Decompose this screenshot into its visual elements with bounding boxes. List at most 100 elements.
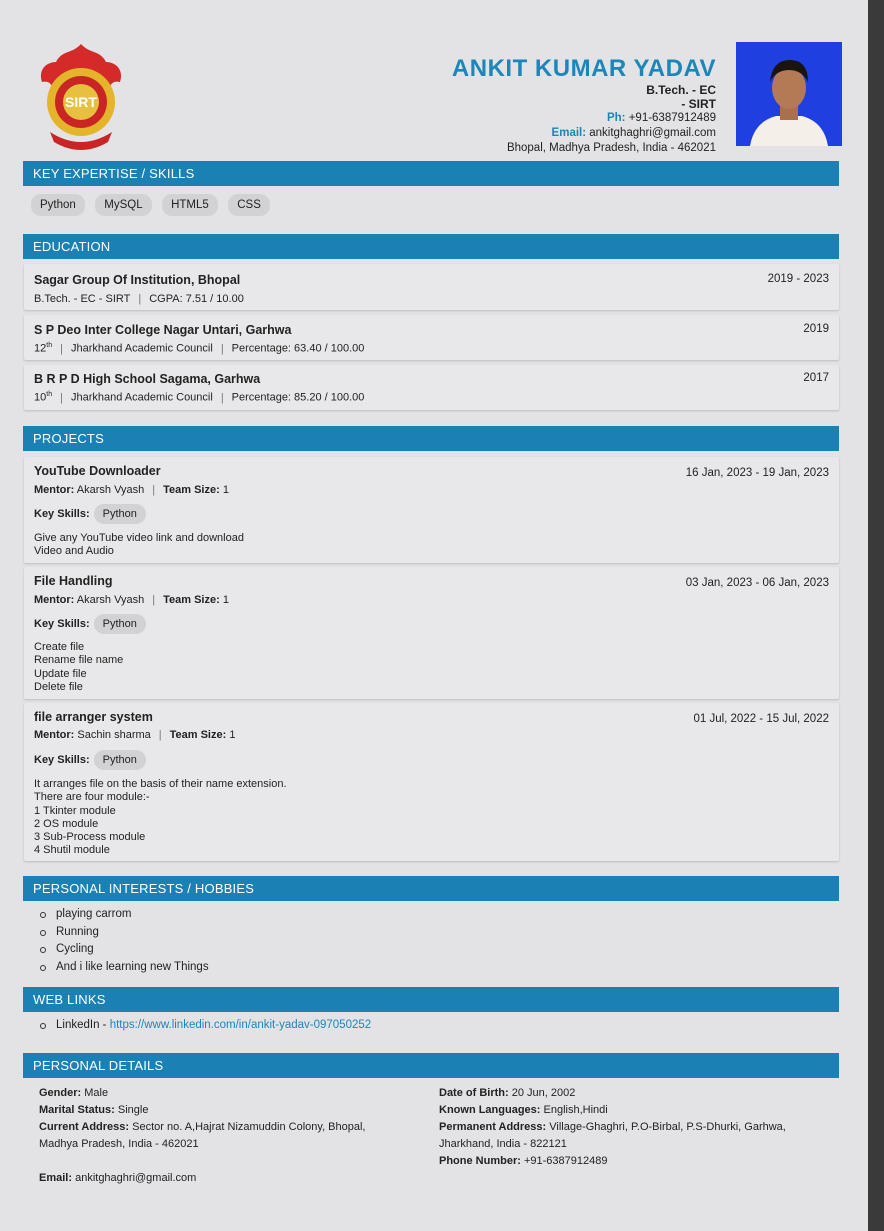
list-item: LinkedIn - https://www.linkedin.com/in/a… (38, 1017, 371, 1035)
team-value: 1 (222, 594, 229, 606)
project-meta: Mentor: Akarsh Vyash | Team Size: 1 (34, 594, 229, 606)
email-label: Email: (39, 1172, 73, 1184)
section-bar-education: EDUCATION (23, 234, 839, 259)
mentor-value: Sachin sharma (77, 729, 151, 741)
grade-suffix: th (46, 391, 53, 398)
bullet-icon (40, 929, 46, 936)
hobby-text: And i like learning new Things (56, 960, 209, 973)
phone-label: Ph: (606, 112, 626, 124)
project-date: 03 Jan, 2023 - 06 Jan, 2023 (685, 577, 829, 589)
email-label: Email: (551, 127, 587, 139)
education-card: B R P D High School Sagama, Garhwa 2017 … (24, 365, 839, 410)
section-bar-hobbies: PERSONAL INTERESTS / HOBBIES (23, 876, 839, 901)
project-card: file arranger system 01 Jul, 2022 - 15 J… (24, 703, 839, 861)
separator: | (220, 342, 224, 355)
languages-label: Known Languages: (439, 1104, 541, 1116)
header-info: ANKIT KUMAR YADAV B.Tech. - EC - SIRT Ph… (452, 55, 716, 156)
skill-chip: HTML5 (162, 194, 218, 216)
email-value: ankitghaghri@gmail.com (589, 127, 716, 139)
grade-suffix: th (46, 342, 53, 349)
section-bar-projects: PROJECTS (23, 426, 839, 451)
dob-value: 20 Jun, 2002 (511, 1087, 576, 1099)
team-label: Team Size: (169, 729, 227, 741)
marital-row: Marital Status: Single (39, 1102, 419, 1119)
education-title: S P Deo Inter College Nagar Untari, Garh… (34, 323, 292, 337)
hobbies-list: playing carrom Running Cycling And i lik… (38, 906, 209, 976)
viewer-edge (868, 0, 884, 1231)
gender-value: Male (84, 1087, 109, 1099)
project-skill-chip: Python (93, 750, 146, 770)
project-skills: Key Skills: Python (34, 614, 146, 634)
linkedin-link[interactable]: https://www.linkedin.com/in/ankit-yadav-… (110, 1019, 371, 1031)
mentor-value: Akarsh Vyash (76, 484, 145, 496)
personal-details-right: Date of Birth: 20 Jun, 2002 Known Langua… (439, 1085, 839, 1170)
education-grade: 10 (34, 391, 47, 404)
current-address-value: Sector no. A,Hajrat Nizamuddin Colony, B… (132, 1121, 366, 1133)
dob-label: Date of Birth: (439, 1087, 509, 1099)
weblink-label: LinkedIn - (56, 1019, 110, 1031)
list-item: Running (38, 924, 209, 942)
profile-photo (736, 42, 842, 146)
education-details: 10th | Jharkhand Academic Council | Percenta… (34, 391, 364, 404)
bullet-icon (40, 912, 46, 918)
education-date: 2019 (803, 323, 829, 335)
list-item: playing carrom (38, 906, 209, 924)
project-skill-chip: Python (93, 504, 146, 524)
phone-label: Phone Number: (439, 1155, 521, 1167)
bullet-icon (40, 947, 46, 953)
education-details: B.Tech. - EC - SIRT | CGPA: 7.51 / 10.00 (34, 293, 244, 305)
phone-value: +91-6387912489 (628, 112, 716, 124)
separator: | (158, 729, 162, 741)
skill-chip: Python (31, 194, 85, 216)
candidate-name: ANKIT KUMAR YADAV (451, 55, 716, 82)
weblinks-list: LinkedIn - https://www.linkedin.com/in/a… (38, 1017, 371, 1035)
bullet-icon (40, 964, 46, 971)
phone-value: +91-6387912489 (523, 1155, 608, 1167)
education-details: 12th | Jharkhand Academic Council | Percenta… (34, 342, 364, 355)
education-grade: 12 (34, 342, 47, 355)
key-skills-label: Key Skills: (34, 618, 90, 630)
section-bar-personal: PERSONAL DETAILS (23, 1053, 839, 1078)
project-card: File Handling 03 Jan, 2023 - 06 Jan, 202… (24, 567, 839, 699)
separator: | (138, 293, 142, 305)
phone-row: Phone Number: +91-6387912489 (439, 1153, 839, 1170)
personal-details-left: Gender: Male Marital Status: Single Curr… (39, 1085, 419, 1187)
section-bar-weblinks: WEB LINKS (23, 987, 839, 1012)
mentor-label: Mentor: (34, 594, 75, 606)
gender-row: Gender: Male (39, 1085, 419, 1102)
education-board: Jharkhand Academic Council (70, 391, 213, 404)
project-date: 01 Jul, 2022 - 15 Jul, 2022 (693, 713, 829, 725)
resume-page: SIRT ANKIT KUMAR YADAV B.Tech. - EC - SI… (0, 0, 868, 1231)
project-skill-chip: Python (93, 614, 146, 634)
list-item: And i like learning new Things (38, 959, 209, 977)
degree-line-2: - SIRT (681, 97, 716, 111)
education-cgpa: CGPA: 7.51 / 10.00 (149, 293, 244, 305)
education-board: Jharkhand Academic Council (70, 342, 213, 355)
project-title: File Handling (34, 574, 113, 588)
languages-row: Known Languages: English,Hindi (439, 1102, 839, 1119)
skill-chip: MySQL (95, 194, 152, 216)
project-description: Create file Rename file name Update file… (34, 641, 124, 693)
current-address-row: Current Address: Sector no. A,Hajrat Niz… (39, 1119, 419, 1136)
email-value: ankitghaghri@gmail.com (75, 1172, 197, 1184)
mentor-value: Akarsh Vyash (76, 594, 145, 606)
project-description: Give any YouTube video link and download… (34, 532, 244, 558)
email-line: Email: ankitghaghri@gmail.com (452, 126, 716, 141)
permanent-address-label: Permanent Address: (439, 1121, 547, 1133)
education-card: S P Deo Inter College Nagar Untari, Garh… (24, 315, 839, 360)
separator: | (60, 391, 63, 404)
education-title: B R P D High School Sagama, Garhwa (34, 372, 261, 386)
key-skills-label: Key Skills: (34, 754, 90, 766)
permanent-address-value: Village-Ghaghri, P.O-Birbal, P.S-Dhurki,… (549, 1121, 786, 1133)
bullet-icon (40, 1023, 46, 1029)
dob-row: Date of Birth: 20 Jun, 2002 (439, 1085, 839, 1102)
project-date: 16 Jan, 2023 - 19 Jan, 2023 (685, 467, 829, 479)
hobby-text: playing carrom (56, 908, 132, 920)
college-logo: SIRT (40, 44, 122, 150)
degree-line-1: B.Tech. - EC (646, 83, 716, 97)
hobby-text: Cycling (56, 943, 94, 955)
current-address-row-2: Madhya Pradesh, India - 462021 (39, 1138, 199, 1150)
gender-label: Gender: (39, 1087, 82, 1099)
list-item: Cycling (38, 941, 209, 959)
